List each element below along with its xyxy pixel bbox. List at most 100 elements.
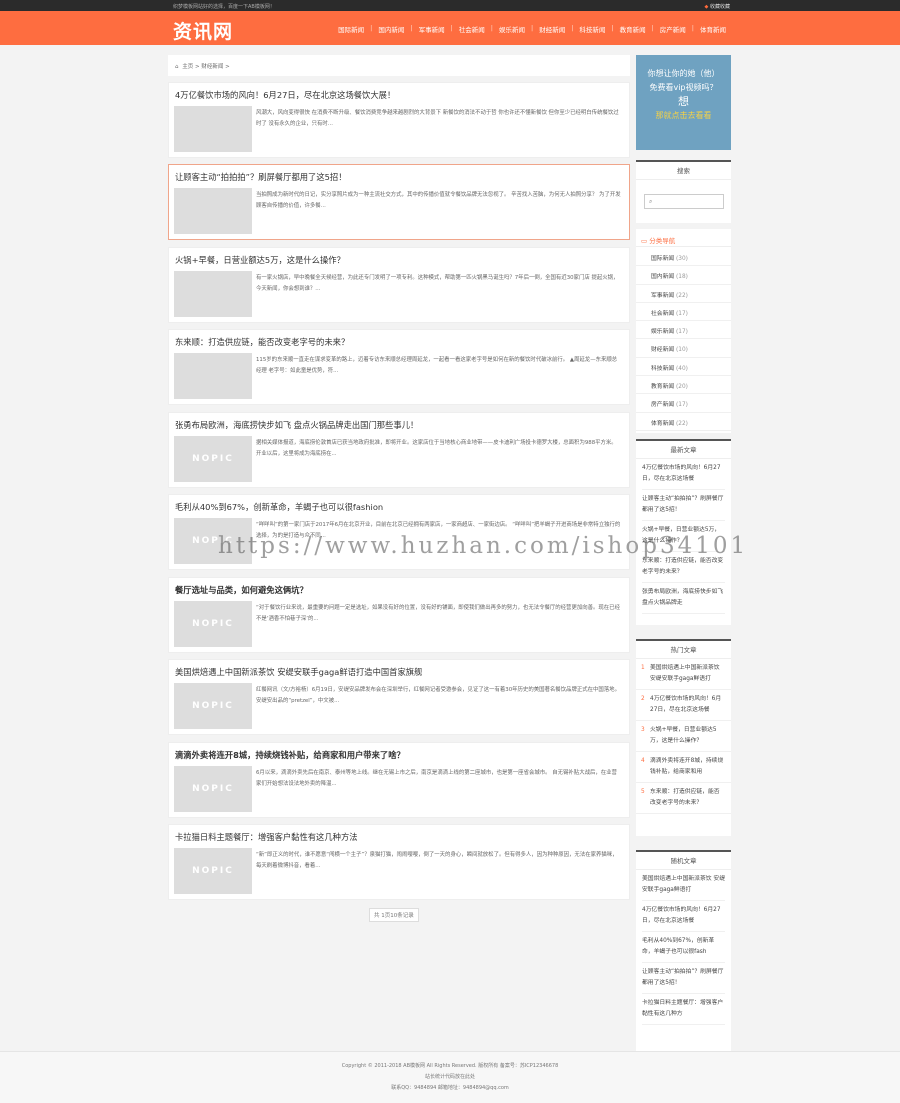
category-name: 体育新闻 [651,420,675,427]
category-item[interactable]: 社会新闻 (17) [636,303,731,322]
nav-item[interactable]: 社会新闻 [453,24,491,34]
article-thumbnail[interactable] [174,188,252,234]
category-count: (22) [676,420,688,427]
nav-item[interactable]: 科技新闻 [573,24,611,34]
article-summary: 115岁的东来顺一直走在谋求变革的路上，迈着专访东来顺总经理周延龙，一起看一看这… [256,357,618,374]
favorite-link[interactable]: ◆ 收藏收藏 [705,3,730,10]
article-card[interactable]: 卡拉猫日料主题餐厅：增强客户黏性有这几种方法 NOPIC “新”即正义的时代，谁… [168,824,630,900]
category-nav: ▭ 分类导航 国际新闻 (30) 国内新闻 (18) 军事新闻 (22) 社会新… [636,229,731,433]
category-item[interactable]: 娱乐新闻 (17) [636,321,731,340]
category-count: (18) [676,274,688,281]
nav-item[interactable]: 体育新闻 [694,24,732,34]
article-title[interactable]: 毛利从40%到67%，创新革命，羊蝎子也可以很fashion [175,501,383,513]
category-name: 房产新闻 [651,402,675,409]
hot-heading: 热门文章 [636,641,731,659]
hot-item[interactable]: 3 火锅+早餐，日营业额达5万，这是什么操作？ [636,721,731,752]
search-input[interactable] [657,197,721,207]
nav-item[interactable]: 军事新闻 [413,24,451,34]
article-title[interactable]: 让顾客主动“拍拍拍”？刷屏餐厅都用了这5招！ [175,171,347,183]
category-item[interactable]: 科技新闻 (40) [636,358,731,377]
article-title[interactable]: 美国烘焙遇上中国新派茶饮 安缇安联手gaga鲜语打造中国首家旗舰 [175,666,422,678]
category-item[interactable]: 国际新闻 (30) [636,248,731,267]
hot-item[interactable]: 4 滴滴外卖将连开8城，持续烧钱补贴，给商家和用 [636,752,731,783]
article-card[interactable]: 张勇布局欧洲，海底捞快步如飞 盘点火锅品牌走出国门那些事儿！ NOPIC 据相关… [168,412,630,488]
hot-item[interactable]: 1 美国烘焙遇上中国新派茶饮 安缇安联手gaga鲜语打 [636,659,731,690]
category-list: 国际新闻 (30) 国内新闻 (18) 军事新闻 (22) 社会新闻 (17) … [636,248,731,431]
article-title[interactable]: 张勇布局欧洲，海底捞快步如飞 盘点火锅品牌走出国门那些事儿！ [175,419,418,431]
category-item[interactable]: 国内新闻 (18) [636,266,731,285]
site-logo[interactable]: 资讯网 [173,17,233,44]
article-card[interactable]: 4万亿餐饮市场的风向！6月27日，尽在北京这场餐饮大展！ 风潮大，风向变得很快 … [168,82,630,158]
category-item[interactable]: 体育新闻 (22) [636,413,731,431]
hot-item[interactable]: 2 4万亿餐饮市场的风向！6月27日，尽在北京这场餐 [636,690,731,721]
article-thumbnail[interactable]: NOPIC [174,848,252,894]
article-card[interactable]: 美国烘焙遇上中国新派茶饮 安缇安联手gaga鲜语打造中国首家旗舰 NOPIC 红… [168,659,630,735]
breadcrumb-home[interactable]: 主页 [182,64,193,70]
home-icon: ⌂ [175,64,179,70]
article-thumbnail[interactable] [174,106,252,152]
category-heading: ▭ 分类导航 [636,229,731,247]
article-card[interactable]: 滴滴外卖将连开8城，持续烧钱补贴，给商家和用户带来了啥？ NOPIC 6月以来，… [168,742,630,818]
breadcrumb-separator: > [225,64,230,70]
category-name: 军事新闻 [651,292,675,299]
random-item[interactable]: 卡拉猫日料主题餐厅：增强客户黏性有这几种方 [642,994,725,1025]
article-card[interactable]: 东来顺：打造供应链，能否改变老字号的未来？ 115岁的东来顺一直走在谋求变革的路… [168,329,630,405]
article-title[interactable]: 4万亿餐饮市场的风向！6月27日，尽在北京这场餐饮大展！ [175,89,395,101]
search-field[interactable]: ⌕ [644,194,724,209]
article-card[interactable]: 让顾客主动“拍拍拍”？刷屏餐厅都用了这5招！ 当拍照成为新时代的日记，实分享照片… [168,164,630,240]
nav-item[interactable]: 国际新闻 [332,24,370,34]
random-item[interactable]: 毛利从40%到67%，创新革命，羊蝎子也可以很fash [642,932,725,963]
article-thumbnail[interactable]: NOPIC [174,436,252,482]
article-thumbnail[interactable]: NOPIC [174,766,252,812]
nav-item[interactable]: 娱乐新闻 [493,24,531,34]
ad-line: 你想让你的她（他） [647,69,720,78]
pagination-info: 共 1页10条记录 [369,908,419,922]
nav-item[interactable]: 国内新闻 [372,24,410,34]
article-thumbnail[interactable]: NOPIC [174,601,252,647]
random-item[interactable]: 让顾客主动“拍拍拍”？刷屏餐厅都用了这5招！ [642,963,725,994]
article-card[interactable]: 火锅+早餐，日营业额达5万，这是什么操作？ 有一家火锅店，早中晚餐全天候经营，为… [168,247,630,323]
hot-list: 1 美国烘焙遇上中国新派茶饮 安缇安联手gaga鲜语打 2 4万亿餐饮市场的风向！6… [636,659,731,814]
random-heading: 随机文章 [636,852,731,870]
category-count: (20) [676,384,688,391]
category-item[interactable]: 教育新闻 (20) [636,376,731,395]
category-item[interactable]: 财经新闻 (10) [636,339,731,358]
breadcrumb-current[interactable]: 财经新闻 [201,64,223,70]
contact-text: 联系QQ：9484894 邮箱地址：9484894@qq.com [391,1085,509,1091]
article-summary: “新”即正义的时代，谁不愿意“闯横一个主子”？泉猫打猫，闹闹嘤嘤，倒了一天的身心… [256,852,618,869]
article-thumbnail[interactable] [174,353,252,399]
nav-item[interactable]: 教育新闻 [614,24,652,34]
article-title[interactable]: 滴滴外卖将连开8城，持续烧钱补贴，给商家和用户带来了啥？ [175,749,405,761]
hot-articles: 热门文章 1 美国烘焙遇上中国新派茶饮 安缇安联手gaga鲜语打 2 4万亿餐饮市场… [636,639,731,836]
latest-item[interactable]: 4万亿餐饮市场的风向！6月27日，尽在北京这场餐 [642,459,725,490]
nav-item[interactable]: 房产新闻 [654,24,692,34]
category-count: (30) [676,256,688,262]
article-card[interactable]: 餐厅选址与品类，如何避免这俩坑？ NOPIC “对于餐饮行业来说，最重要的问题一… [168,577,630,653]
random-item[interactable]: 4万亿餐饮市场的风向！6月27日，尽在北京这场餐 [642,901,725,932]
ad-cta[interactable]: 那就点击去看看 [636,109,731,123]
article-summary: 6月以来，滴滴外卖先后在南京、泰州等地上线。继在无锡上市之后，南京是滴滴上线的第… [256,770,617,787]
latest-item[interactable]: 张勇布局欧洲，海底捞快步如飞 盘点火锅品牌走 [642,583,725,614]
hot-rank: 3 [641,727,645,733]
search-icon[interactable]: ⌕ [649,198,652,206]
article-title[interactable]: 东来顺：打造供应链，能否改变老字号的未来？ [175,336,349,348]
category-heading-label: 分类导航 [649,237,676,245]
vip-video-ad[interactable]: 你想让你的她（他） 免费看vip视频吗？ 想 那就点击去看看 [636,55,731,150]
random-item[interactable]: 美国烘焙遇上中国新派茶饮 安缇安联手gaga鲜语打 [642,870,725,901]
article-title[interactable]: 火锅+早餐，日营业额达5万，这是什么操作？ [175,254,345,266]
folder-icon: ▭ [641,237,648,245]
article-thumbnail[interactable] [174,271,252,317]
article-title[interactable]: 餐厅选址与品类，如何避免这俩坑？ [175,584,308,596]
category-count: (10) [676,347,688,354]
random-list: 美国烘焙遇上中国新派茶饮 安缇安联手gaga鲜语打 4万亿餐饮市场的风向！6月2… [636,870,731,1025]
article-title[interactable]: 卡拉猫日料主题餐厅：增强客户黏性有这几种方法 [175,831,358,843]
article-thumbnail[interactable]: NOPIC [174,683,252,729]
category-item[interactable]: 军事新闻 (22) [636,285,731,303]
favorite-icon: ◆ [704,4,709,10]
breadcrumb-separator: > [195,64,200,70]
hot-item[interactable]: 5 东来顺：打造供应链，能否改变老字号的未来？ [636,783,731,814]
site-footer: Copyright © 2011-2018 AB模板网 All Rights R… [0,1051,900,1103]
nav-item[interactable]: 财经新闻 [533,24,571,34]
latest-item[interactable]: 让顾客主动“拍拍拍”？刷屏餐厅都用了这5招！ [642,490,725,521]
category-item[interactable]: 房产新闻 (17) [636,394,731,413]
